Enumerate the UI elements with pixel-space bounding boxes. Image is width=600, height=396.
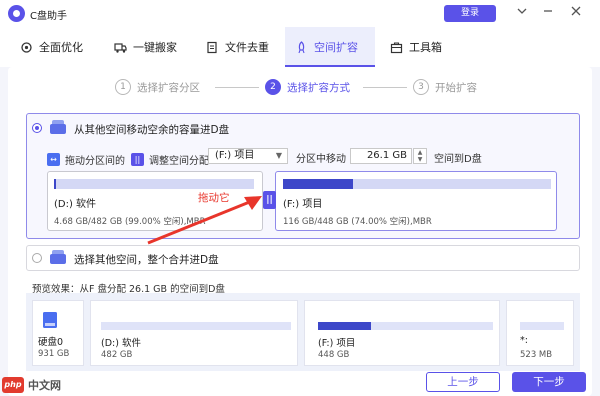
- tab-toolbox[interactable]: 工具箱: [390, 27, 442, 67]
- step-number: 3: [413, 79, 429, 95]
- partition-f-usage-fill: [283, 179, 353, 189]
- move-amount-input[interactable]: 26.1 GB: [350, 148, 412, 164]
- step-label: 开始扩容: [435, 81, 477, 94]
- title-bar: C盘助手 登录: [0, 0, 600, 27]
- toolbox-icon: [390, 41, 403, 54]
- tab-label: 全面优化: [39, 41, 83, 54]
- app-logo-icon: [8, 5, 25, 22]
- step-start-expand: 3 开始扩容: [413, 79, 477, 95]
- step-connector: [215, 87, 259, 88]
- partition-d-usage-fill: [54, 179, 56, 189]
- file-icon: [206, 41, 219, 54]
- watermark-logo: php: [2, 377, 24, 393]
- preview-other-name: *:: [520, 335, 528, 346]
- step-connector: [363, 87, 407, 88]
- partition-f-name: (F:) 项目: [283, 199, 323, 210]
- preview-f-name: (F:) 项目: [318, 338, 356, 349]
- login-button[interactable]: 登录: [444, 5, 496, 22]
- tab-label: 工具箱: [409, 41, 442, 54]
- option-move-radio[interactable]: [32, 123, 42, 133]
- option-merge-radio[interactable]: [32, 253, 42, 263]
- partition-d-name: (D:) 软件: [54, 199, 97, 210]
- preview-d-usage-bar: [101, 322, 291, 330]
- tab-label: 一键搬家: [133, 41, 177, 54]
- truck-icon: [114, 41, 127, 54]
- source-partition-select[interactable]: (F:) 项目 ▼: [208, 148, 288, 164]
- target-label: 空间到D盘: [434, 154, 482, 165]
- previous-step-button[interactable]: 上一步: [426, 372, 500, 392]
- hard-disk-icon: [43, 312, 57, 328]
- disk-icon: [49, 249, 67, 265]
- preview-other-usage-bar: [520, 322, 564, 330]
- preview-d-size: 482 GB: [101, 350, 133, 360]
- main-tab-bar: 全面优化 一键搬家 文件去重 空间扩容 工具箱: [0, 27, 600, 67]
- partition-f-info: 116 GB/448 GB (74.00% 空闲),MBR: [283, 217, 432, 227]
- close-icon[interactable]: [566, 3, 586, 23]
- red-arrow-icon: [147, 196, 262, 245]
- preview-other-size: 523 MB: [520, 350, 553, 360]
- next-step-button[interactable]: 下一步: [512, 372, 586, 392]
- source-partition-value: (F:) 项目: [215, 150, 255, 161]
- minimize-icon[interactable]: [538, 3, 558, 23]
- preview-disk-name: 硬盘0: [38, 337, 64, 348]
- watermark-text: 中文网: [28, 379, 61, 392]
- preview-d-name: (D:) 软件: [101, 338, 141, 349]
- preview-disk-size: 931 GB: [38, 349, 70, 359]
- disk-icon: [49, 119, 67, 135]
- preview-f-usage-bar: [318, 322, 493, 330]
- step-number: 2: [265, 79, 281, 95]
- tab-label: 空间扩容: [314, 41, 358, 54]
- amount-spinner[interactable]: ▲ ▼: [413, 148, 427, 164]
- drag-arrows-icon: ↔: [47, 152, 60, 166]
- move-label: 分区中移动: [296, 154, 346, 165]
- watermark: php 中文网: [2, 375, 61, 395]
- tab-optimize[interactable]: 全面优化: [20, 27, 83, 67]
- option-merge-title: 选择其他空间，整个合并进D盘: [74, 254, 219, 266]
- chevron-down-icon[interactable]: [512, 3, 532, 23]
- tab-dedupe[interactable]: 文件去重: [206, 27, 269, 67]
- step-label: 选择扩容方式: [287, 81, 350, 94]
- handle-icon: ||: [131, 152, 144, 166]
- adjust-label: 调整空间分配: [149, 155, 209, 167]
- preview-f-usage-fill: [318, 322, 371, 330]
- step-label: 选择扩容分区: [137, 81, 200, 94]
- tab-label: 文件去重: [225, 41, 269, 54]
- rocket-icon: [295, 40, 308, 54]
- partition-f-usage-bar: [283, 179, 551, 189]
- drag-label: 拖动分区间的: [65, 155, 125, 167]
- app-title: C盘助手: [30, 11, 67, 22]
- step-select-partition: 1 选择扩容分区: [115, 79, 200, 95]
- preview-f-size: 448 GB: [318, 350, 350, 360]
- adjust-controls-row: ↔ 拖动分区间的 || 调整空间分配: [47, 150, 209, 168]
- step-select-method: 2 选择扩容方式: [265, 79, 350, 95]
- gear-icon: [20, 41, 33, 54]
- chevron-down-icon: ▼: [275, 151, 282, 160]
- option-move-title: 从其他空间移动空余的容量进D盘: [74, 124, 230, 136]
- tab-expand[interactable]: 空间扩容: [285, 27, 375, 67]
- tab-migrate[interactable]: 一键搬家: [114, 27, 177, 67]
- step-number: 1: [115, 79, 131, 95]
